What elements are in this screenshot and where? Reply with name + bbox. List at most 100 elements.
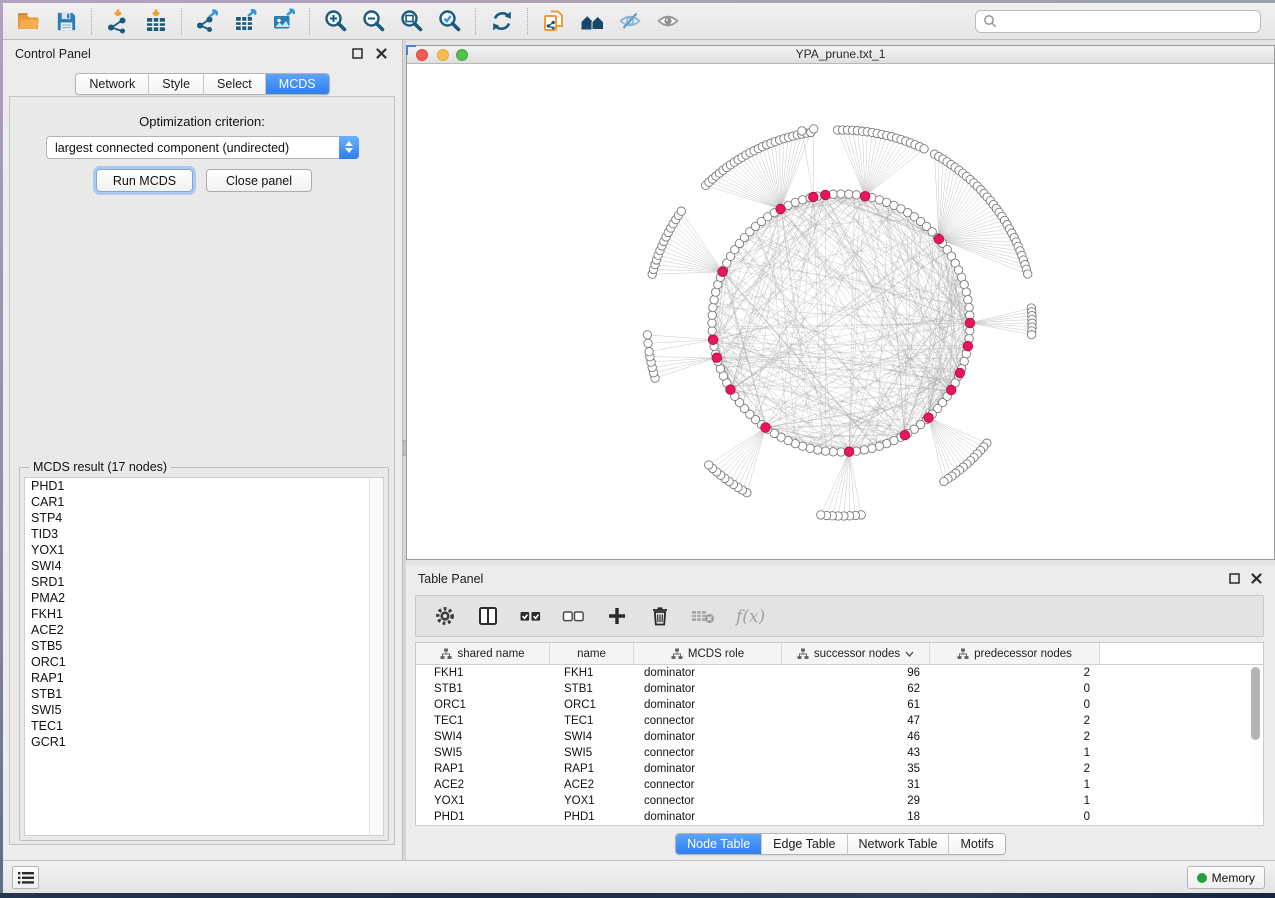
network-window-titlebar[interactable]: YPA_prune.txt_1 bbox=[407, 46, 1274, 64]
table-row[interactable]: ACE2ACE2connector311 bbox=[416, 777, 1263, 793]
tab-style[interactable]: Style bbox=[149, 74, 204, 94]
table-cell[interactable]: ACE2 bbox=[416, 777, 550, 793]
mcds-result-item[interactable]: STB1 bbox=[25, 686, 383, 702]
table-cell[interactable]: 2 bbox=[930, 761, 1100, 777]
table-cell[interactable]: 61 bbox=[782, 697, 930, 713]
table-scrollbar[interactable] bbox=[1250, 666, 1261, 823]
table-row[interactable]: SWI5SWI5connector431 bbox=[416, 745, 1263, 761]
mcds-result-item[interactable]: ORC1 bbox=[25, 654, 383, 670]
table-cell[interactable]: 0 bbox=[930, 681, 1100, 697]
tab-mcds[interactable]: MCDS bbox=[266, 74, 329, 94]
table-cell[interactable]: 96 bbox=[782, 665, 930, 681]
table-cell[interactable]: connector bbox=[634, 713, 782, 729]
table-cell[interactable]: 43 bbox=[782, 745, 930, 761]
table-cell[interactable]: SWI4 bbox=[550, 729, 634, 745]
mcds-result-item[interactable]: SWI5 bbox=[25, 702, 383, 718]
table-cell[interactable]: 1 bbox=[930, 777, 1100, 793]
float-panel-button[interactable] bbox=[351, 47, 364, 60]
table-row[interactable]: FKH1FKH1dominator962 bbox=[416, 665, 1263, 681]
table-cell[interactable]: dominator bbox=[634, 665, 782, 681]
table-cell[interactable]: connector bbox=[634, 777, 782, 793]
table-cell[interactable]: SWI4 bbox=[416, 729, 550, 745]
table-cell[interactable]: STB1 bbox=[550, 681, 634, 697]
mcds-list-scrollbar[interactable] bbox=[369, 478, 383, 835]
table-row[interactable]: ORC1ORC1dominator610 bbox=[416, 697, 1263, 713]
table-cell[interactable]: 18 bbox=[782, 809, 930, 825]
tab-motifs[interactable]: Motifs bbox=[949, 834, 1004, 854]
table-cell[interactable]: FKH1 bbox=[416, 665, 550, 681]
table-cell[interactable]: STB1 bbox=[416, 681, 550, 697]
mcds-result-item[interactable]: CAR1 bbox=[25, 494, 383, 510]
table-cell[interactable]: 1 bbox=[930, 745, 1100, 761]
column-header-successor-nodes[interactable]: successor nodes bbox=[782, 643, 930, 664]
table-row[interactable]: SWI4SWI4dominator462 bbox=[416, 729, 1263, 745]
column-header-name[interactable]: name bbox=[550, 643, 634, 664]
import-table-button[interactable] bbox=[137, 6, 175, 37]
table-cell[interactable]: TEC1 bbox=[416, 713, 550, 729]
close-panel-button[interactable] bbox=[375, 47, 388, 60]
mcds-result-item[interactable]: GCR1 bbox=[25, 734, 383, 750]
tab-node-table[interactable]: Node Table bbox=[676, 834, 762, 854]
mcds-result-item[interactable]: SWI4 bbox=[25, 558, 383, 574]
zoom-fit-button[interactable] bbox=[393, 6, 431, 37]
mcds-result-item[interactable]: TEC1 bbox=[25, 718, 383, 734]
table-row[interactable]: RAP1RAP1dominator352 bbox=[416, 761, 1263, 777]
show-panels-list-button[interactable] bbox=[12, 866, 39, 889]
network-canvas[interactable] bbox=[407, 63, 1274, 559]
select-all-rows-button[interactable] bbox=[518, 603, 544, 629]
table-cell[interactable]: dominator bbox=[634, 761, 782, 777]
column-header-predecessor-nodes[interactable]: predecessor nodes bbox=[930, 643, 1100, 664]
table-cell[interactable]: FKH1 bbox=[550, 665, 634, 681]
mcds-result-item[interactable]: TID3 bbox=[25, 526, 383, 542]
table-cell[interactable]: dominator bbox=[634, 809, 782, 825]
hide-selected-button[interactable] bbox=[611, 6, 649, 37]
network-search-field[interactable] bbox=[975, 10, 1261, 33]
table-cell[interactable]: RAP1 bbox=[416, 761, 550, 777]
tab-network-table[interactable]: Network Table bbox=[848, 834, 950, 854]
run-mcds-button[interactable]: Run MCDS bbox=[96, 169, 193, 192]
float-table-panel-button[interactable] bbox=[1228, 572, 1241, 585]
table-cell[interactable]: 47 bbox=[782, 713, 930, 729]
table-cell[interactable]: 2 bbox=[930, 729, 1100, 745]
delete-column-button[interactable] bbox=[647, 603, 673, 629]
column-header-MCDS-role[interactable]: MCDS role bbox=[634, 643, 782, 664]
close-panel-button-mcds[interactable]: Close panel bbox=[206, 169, 312, 192]
tab-select[interactable]: Select bbox=[204, 74, 266, 94]
tab-edge-table[interactable]: Edge Table bbox=[762, 834, 847, 854]
deselect-all-rows-button[interactable] bbox=[561, 603, 587, 629]
table-row[interactable]: STB1STB1dominator620 bbox=[416, 681, 1263, 697]
table-cell[interactable]: 1 bbox=[930, 793, 1100, 809]
column-layout-button[interactable] bbox=[475, 603, 501, 629]
zoom-in-button[interactable] bbox=[317, 6, 355, 37]
mcds-result-item[interactable]: STB5 bbox=[25, 638, 383, 654]
table-cell[interactable]: 0 bbox=[930, 809, 1100, 825]
export-network-button[interactable] bbox=[189, 6, 227, 37]
table-cell[interactable]: YOX1 bbox=[416, 793, 550, 809]
table-cell[interactable]: 29 bbox=[782, 793, 930, 809]
table-cell[interactable]: 35 bbox=[782, 761, 930, 777]
table-cell[interactable]: ACE2 bbox=[550, 777, 634, 793]
open-file-button[interactable] bbox=[9, 6, 47, 37]
table-cell[interactable]: dominator bbox=[634, 697, 782, 713]
search-input[interactable] bbox=[1002, 13, 1260, 29]
table-cell[interactable]: dominator bbox=[634, 729, 782, 745]
table-cell[interactable]: 0 bbox=[930, 697, 1100, 713]
table-cell[interactable]: 46 bbox=[782, 729, 930, 745]
add-column-button[interactable] bbox=[604, 603, 630, 629]
tab-network[interactable]: Network bbox=[76, 74, 149, 94]
mcds-result-item[interactable]: ACE2 bbox=[25, 622, 383, 638]
close-table-panel-button[interactable] bbox=[1250, 572, 1263, 585]
show-all-button[interactable] bbox=[649, 6, 687, 37]
import-network-button[interactable] bbox=[99, 6, 137, 37]
zoom-out-button[interactable] bbox=[355, 6, 393, 37]
table-cell[interactable]: 62 bbox=[782, 681, 930, 697]
table-cell[interactable]: SWI5 bbox=[416, 745, 550, 761]
mcds-result-list[interactable]: PHD1CAR1STP4TID3YOX1SWI4SRD1PMA2FKH1ACE2… bbox=[24, 477, 384, 836]
table-settings-button[interactable] bbox=[432, 603, 458, 629]
table-scrollbar-thumb[interactable] bbox=[1251, 667, 1260, 740]
table-cell[interactable]: connector bbox=[634, 745, 782, 761]
table-cell[interactable]: ORC1 bbox=[416, 697, 550, 713]
mcds-result-item[interactable]: PHD1 bbox=[25, 478, 383, 494]
table-cell[interactable]: connector bbox=[634, 793, 782, 809]
mcds-result-item[interactable]: FKH1 bbox=[25, 606, 383, 622]
